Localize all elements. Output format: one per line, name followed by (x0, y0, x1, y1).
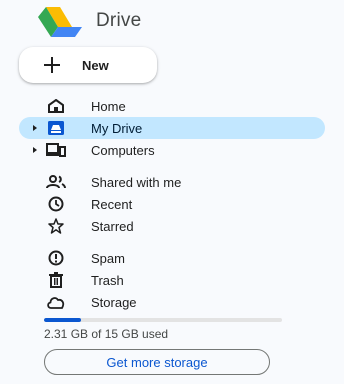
nav-item-label: Starred (91, 219, 134, 234)
nav-item-label: Recent (91, 197, 133, 212)
storage-usage-bar (44, 318, 282, 322)
new-button[interactable]: New (19, 47, 157, 83)
nav-item-shared-with-me[interactable]: Shared with me (19, 171, 325, 193)
plus-icon (44, 57, 60, 73)
nav-item-starred[interactable]: Starred (19, 215, 325, 237)
nav-item-storage[interactable]: Storage (19, 291, 325, 313)
google-drive-logo[interactable] (33, 5, 83, 37)
star-icon (46, 217, 66, 235)
nav-item-spam[interactable]: Spam (19, 247, 325, 269)
expand-caret-icon[interactable] (33, 147, 37, 153)
expand-caret-icon[interactable] (33, 125, 37, 131)
my-drive-icon (46, 119, 66, 137)
app-title: Drive (96, 10, 142, 31)
trash-icon (46, 271, 66, 289)
cloud-icon (46, 293, 66, 311)
nav-item-label: Storage (91, 295, 137, 310)
clock-icon (46, 195, 66, 213)
nav-item-my-drive[interactable]: My Drive (19, 117, 325, 139)
nav-item-label: Home (91, 99, 126, 114)
nav-item-recent[interactable]: Recent (19, 193, 325, 215)
nav-item-home[interactable]: Home (19, 95, 325, 117)
nav-item-trash[interactable]: Trash (19, 269, 325, 291)
app-header: Drive (33, 5, 141, 37)
nav-item-computers[interactable]: Computers (19, 139, 325, 161)
nav-item-label: Shared with me (91, 175, 182, 190)
storage-usage-text: 2.31 GB of 15 GB used (44, 327, 169, 341)
nav-item-label: Spam (91, 251, 125, 266)
nav-item-label: My Drive (91, 121, 143, 136)
spam-icon (46, 249, 66, 267)
nav-item-label: Computers (91, 143, 155, 158)
computers-icon (46, 141, 66, 159)
storage-usage-fill (44, 318, 81, 322)
people-icon (46, 173, 66, 191)
new-button-label: New (82, 57, 109, 73)
get-more-storage-button[interactable]: Get more storage (44, 349, 270, 375)
nav-item-label: Trash (91, 273, 124, 288)
home-icon (46, 97, 66, 115)
